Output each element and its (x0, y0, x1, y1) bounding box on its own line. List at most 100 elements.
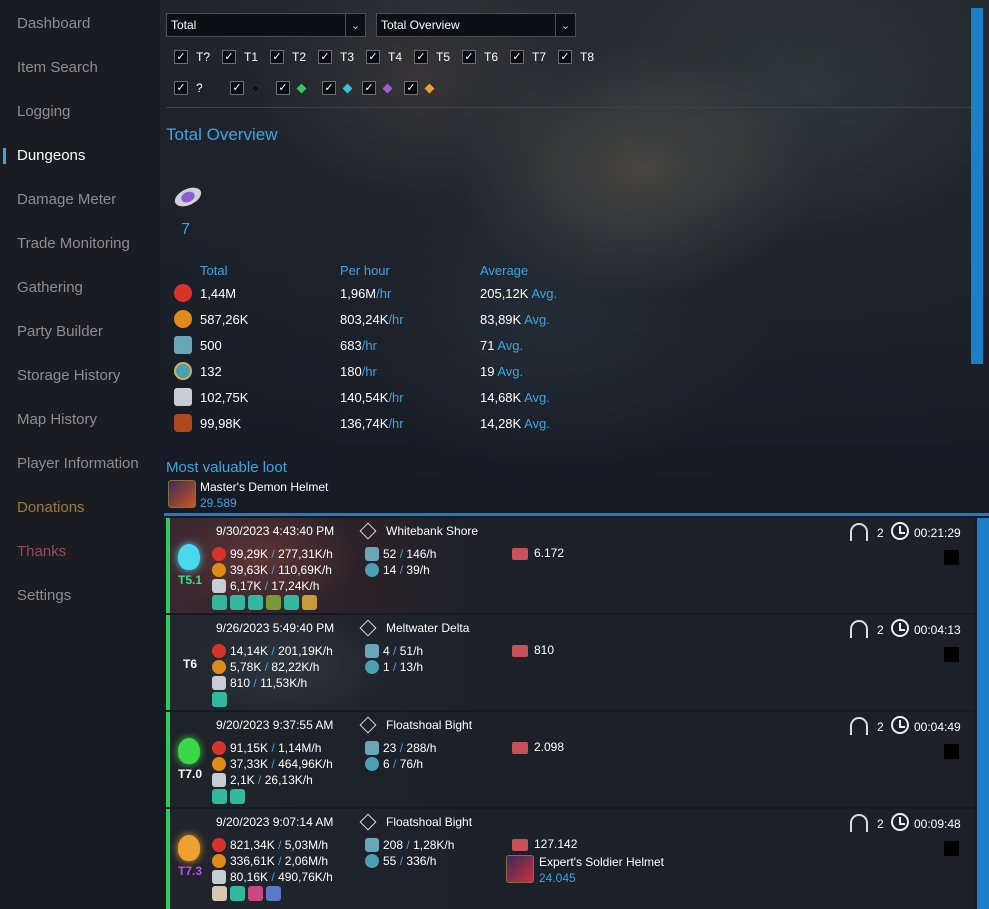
potion-icon[interactable] (212, 692, 227, 707)
stat-average-value: 19 (480, 364, 495, 379)
tier-checkbox-t5[interactable]: ✓ T5 (414, 50, 450, 64)
potion-icon[interactable] (284, 595, 299, 610)
nav-settings[interactable]: Settings (17, 587, 71, 604)
tier-crystal-icon (178, 835, 200, 861)
level-checkbox-3[interactable]: ✓ (362, 81, 393, 95)
potion-icon[interactable] (212, 595, 227, 610)
checkbox-box: ✓ (462, 50, 476, 64)
respec-icon (212, 854, 226, 868)
dungeon-card[interactable]: T7.0 9/20/2023 9:37:55 AM Floatshoal Big… (166, 712, 975, 807)
tome-item-icon[interactable] (266, 886, 281, 901)
card-option-box[interactable] (944, 550, 959, 565)
tier-checkbox-t6[interactable]: ✓ T6 (462, 50, 498, 64)
checkbox-box: ✓ (404, 81, 418, 95)
potion-icon[interactable] (248, 595, 263, 610)
stat-average: 83,89K Avg. (480, 312, 550, 327)
potion-icon[interactable] (212, 789, 227, 804)
checkbox-box: ✓ (362, 81, 376, 95)
dungeon-date: 9/30/2023 4:43:40 PM (216, 524, 335, 538)
silver-rate: 11,53K/h (260, 676, 308, 690)
stat-average: 14,28K Avg. (480, 416, 550, 431)
respec-rate: 464,96K/h (278, 757, 333, 771)
checkbox-label: T5 (436, 50, 451, 64)
tier-checkbox-unknown[interactable]: ✓ T? (174, 50, 210, 64)
dungeon-card[interactable]: T6 9/26/2023 5:49:40 PM Meltwater Delta … (166, 615, 975, 710)
skull-item-icon[interactable] (302, 595, 317, 610)
faction-icon (365, 838, 379, 852)
faction-value: 4 / 51/h (365, 644, 423, 658)
nav-item-search[interactable]: Item Search (17, 59, 98, 76)
dungeon-list-scrollbar[interactable] (977, 518, 989, 909)
faction-value: 52 / 146/h (365, 547, 436, 561)
header-per-hour: Per hour (340, 263, 390, 278)
overview-scrollbar[interactable] (971, 8, 983, 364)
level-checkbox-0[interactable]: ✓ (230, 81, 261, 95)
tier-checkbox-t4[interactable]: ✓ T4 (366, 50, 402, 64)
might-rate: 76/h (399, 757, 424, 771)
fame-value: 99,29K / 277,31K/h (212, 547, 333, 561)
potion-icon[interactable] (230, 595, 245, 610)
stat-per-hour-value: 683 (340, 338, 362, 353)
stat-per-hour-value: 136,74K (340, 416, 389, 431)
food-icon[interactable] (266, 595, 281, 610)
silver-icon (212, 773, 226, 787)
stat-average: 205,12K Avg. (480, 286, 557, 301)
dungeon-card[interactable]: T5.1 9/30/2023 4:43:40 PM Whitebank Shor… (166, 518, 975, 613)
nav-dungeons[interactable]: Dungeons (17, 147, 85, 164)
mode-select[interactable]: Total ⌄ (166, 13, 366, 37)
potion-icon[interactable] (230, 789, 245, 804)
tier-checkbox-t1[interactable]: ✓ T1 (222, 50, 258, 64)
fame-icon (212, 547, 226, 561)
background-artwork (160, 0, 989, 515)
level-checkbox-2[interactable]: ✓ (322, 81, 353, 95)
nav-gathering[interactable]: Gathering (17, 279, 83, 296)
checkbox-box: ✓ (366, 50, 380, 64)
checkbox-box: ✓ (510, 50, 524, 64)
card-option-box[interactable] (944, 647, 959, 662)
nav-trade-monitoring[interactable]: Trade Monitoring (17, 235, 130, 252)
nav-thanks[interactable]: Thanks (17, 543, 66, 560)
stat-per-hour-unit: /hr (376, 286, 392, 301)
view-select[interactable]: Total Overview ⌄ (376, 13, 576, 37)
fame-rate: 1,14M/h (278, 741, 322, 755)
silver-value: 80,16K / 490,76K/h (212, 870, 333, 884)
tier-checkbox-t7[interactable]: ✓ T7 (510, 50, 546, 64)
nav-storage-history[interactable]: Storage History (17, 367, 120, 384)
nav-damage-meter[interactable]: Damage Meter (17, 191, 116, 208)
nav-logging[interactable]: Logging (17, 103, 70, 120)
bag-item-icon[interactable] (212, 886, 227, 901)
soldier-helmet-icon[interactable] (506, 855, 534, 883)
nav-map-history[interactable]: Map History (17, 411, 97, 428)
checkbox-label: T4 (388, 50, 403, 64)
faction-rate: 288/h (406, 741, 437, 755)
level-checkbox-1[interactable]: ✓ (276, 81, 307, 95)
chest-value: 6.172 (534, 546, 565, 560)
demon-helmet-icon[interactable] (168, 480, 196, 508)
card-option-box[interactable] (944, 744, 959, 759)
nav-party-builder[interactable]: Party Builder (17, 323, 103, 340)
potion-icon[interactable] (230, 886, 245, 901)
checkbox-label: T8 (580, 50, 595, 64)
tier-checkbox-t8[interactable]: ✓ T8 (558, 50, 594, 64)
card-option-box[interactable] (944, 841, 959, 856)
gift-item-icon[interactable] (248, 886, 263, 901)
fame-total: 91,15K (230, 741, 269, 755)
level-checkbox-unknown[interactable]: ✓? (174, 81, 203, 95)
stat-average-value: 71 (480, 338, 495, 353)
tier-checkbox-t3[interactable]: ✓ T3 (318, 50, 354, 64)
gate-icon (850, 620, 868, 638)
nav-player-information[interactable]: Player Information (17, 455, 139, 472)
silver-icon (212, 579, 226, 593)
respec-total: 336,61K (230, 854, 275, 868)
stat-per-hour-unit: /hr (388, 416, 404, 431)
nav-donations[interactable]: Donations (17, 499, 85, 516)
stat-average-value: 205,12K (480, 286, 529, 301)
dungeon-date: 9/20/2023 9:37:55 AM (216, 718, 334, 732)
respec-rate: 2,06M/h (284, 854, 329, 868)
fame-rate: 277,31K/h (278, 547, 333, 561)
tier-checkbox-t2[interactable]: ✓ T2 (270, 50, 306, 64)
level-checkbox-4[interactable]: ✓ (404, 81, 435, 95)
chest-icon (512, 742, 528, 754)
nav-dashboard[interactable]: Dashboard (17, 15, 90, 32)
dungeon-card[interactable]: T7.3 9/20/2023 9:07:14 AM Floatshoal Big… (166, 809, 975, 909)
